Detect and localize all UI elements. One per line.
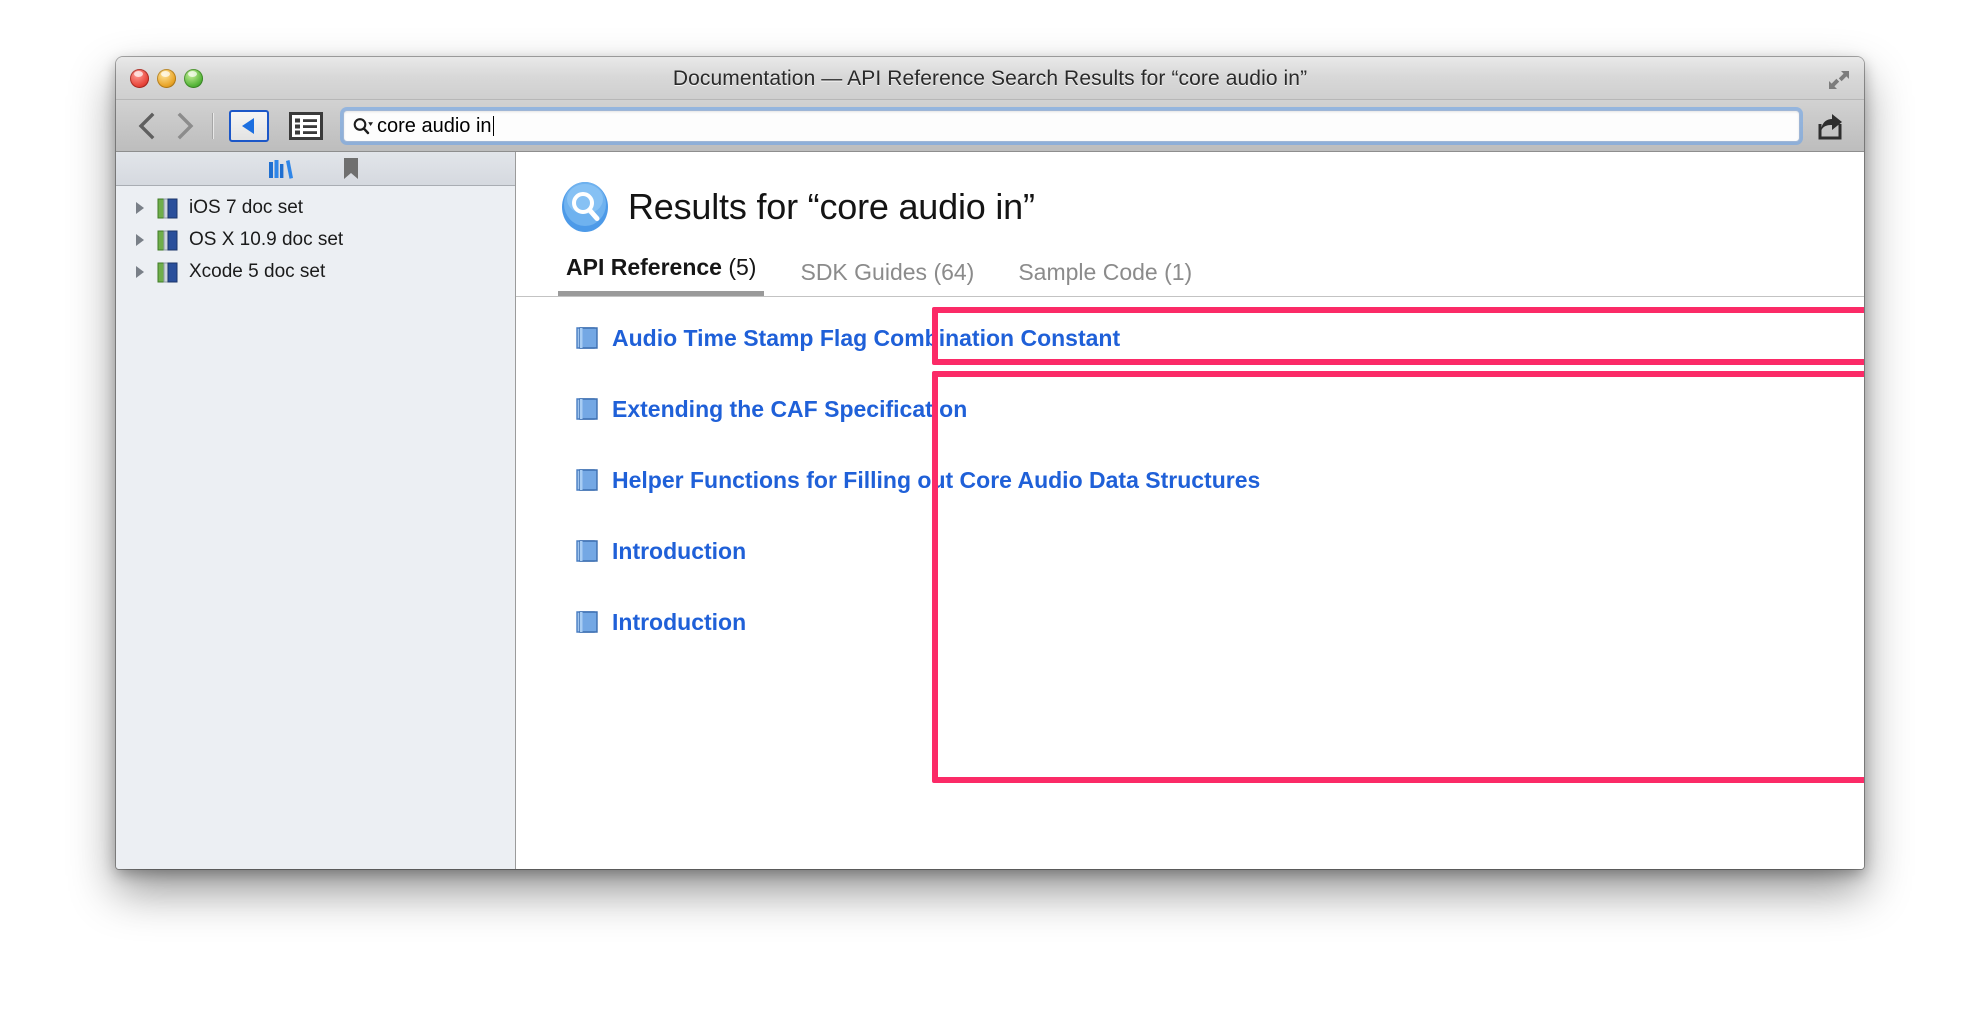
book-icon [574,396,600,422]
book-icon [574,325,600,351]
book-icon [574,467,600,493]
list-item[interactable]: Introduction [574,603,1864,641]
chevron-left-icon[interactable] [136,111,158,141]
share-arrow-icon[interactable] [1814,110,1846,142]
tab-label: SDK Guides [800,259,928,285]
sidebar-item-xcode5[interactable]: Xcode 5 doc set [116,256,515,288]
tab-sample-code[interactable]: Sample Code (1) [1010,255,1200,296]
sidebar-item-ios7[interactable]: iOS 7 doc set [116,192,515,224]
doc-set-book-icon [156,228,180,252]
disclosure-triangle-icon[interactable] [132,264,148,280]
list-item[interactable]: Extending the CAF Specification [574,390,1864,428]
window-titlebar: Documentation — API Reference Search Res… [116,57,1864,100]
outline-list-icon[interactable] [287,110,325,142]
screen: Documentation — API Reference Search Res… [0,0,1978,1034]
toolbar-divider [212,112,213,139]
chevron-right-icon[interactable] [174,111,196,141]
list-item[interactable]: Helper Functions for Filling out Core Au… [574,461,1864,499]
list-item[interactable]: Audio Time Stamp Flag Combination Consta… [574,319,1864,357]
text-cursor [492,115,495,136]
library-books-icon[interactable] [267,157,295,181]
documentation-window: Documentation — API Reference Search Res… [116,57,1864,869]
sidebar-item-label: Xcode 5 doc set [189,261,326,282]
search-input[interactable]: core audio in [343,109,1800,142]
tab-sdk-guides[interactable]: SDK Guides (64) [792,255,982,296]
search-results-magnifier-icon [558,180,612,234]
book-icon [574,609,600,635]
fullscreen-arrows-icon[interactable] [1828,69,1850,91]
disclosure-triangle-icon[interactable] [132,232,148,248]
doc-set-tree: iOS 7 doc set OS X 10.9 doc set Xcode 5 … [116,186,515,869]
window-body: iOS 7 doc set OS X 10.9 doc set Xcode 5 … [116,152,1864,869]
results-header: Results for “core audio in” [516,152,1864,234]
book-icon [574,538,600,564]
result-link[interactable]: Helper Functions for Filling out Core Au… [612,467,1260,494]
disclosure-triangle-icon[interactable] [132,200,148,216]
results-tabbar: API Reference (5) SDK Guides (64) Sample… [558,250,1864,296]
tab-count: (64) [933,259,975,285]
search-results-pane: Results for “core audio in” API Referenc… [516,152,1864,869]
tab-api-reference[interactable]: API Reference (5) [558,250,765,296]
doc-set-book-icon [156,260,180,284]
tab-count: (1) [1164,259,1193,285]
search-field-container: core audio in [343,109,1800,142]
doc-set-book-icon [156,196,180,220]
navigation-buttons [136,111,196,141]
results-list: Audio Time Stamp Flag Combination Consta… [516,297,1864,641]
result-link[interactable]: Introduction [612,538,746,565]
result-link[interactable]: Extending the CAF Specification [612,396,967,423]
main-toolbar: core audio in [116,100,1864,152]
sidebar: iOS 7 doc set OS X 10.9 doc set Xcode 5 … [116,152,516,869]
tab-label: Sample Code [1018,259,1158,285]
result-link[interactable]: Audio Time Stamp Flag Combination Consta… [612,325,1120,352]
list-item[interactable]: Introduction [574,532,1864,570]
tab-count: (5) [728,254,757,280]
tab-label: API Reference [566,254,722,280]
sidebar-item-osx109[interactable]: OS X 10.9 doc set [116,224,515,256]
sidebar-item-label: iOS 7 doc set [189,197,304,218]
sidebar-item-label: OS X 10.9 doc set [189,229,344,250]
page-title: Results for “core audio in” [628,186,1035,227]
search-input-value: core audio in [377,114,492,137]
search-magnifier-dropdown-icon[interactable] [352,116,374,136]
sidebar-triangle-icon[interactable] [229,109,269,142]
sidebar-tabbar [116,152,515,186]
window-title: Documentation — API Reference Search Res… [672,67,1308,90]
result-link[interactable]: Introduction [612,609,746,636]
bookmark-flag-icon[interactable] [337,157,365,181]
